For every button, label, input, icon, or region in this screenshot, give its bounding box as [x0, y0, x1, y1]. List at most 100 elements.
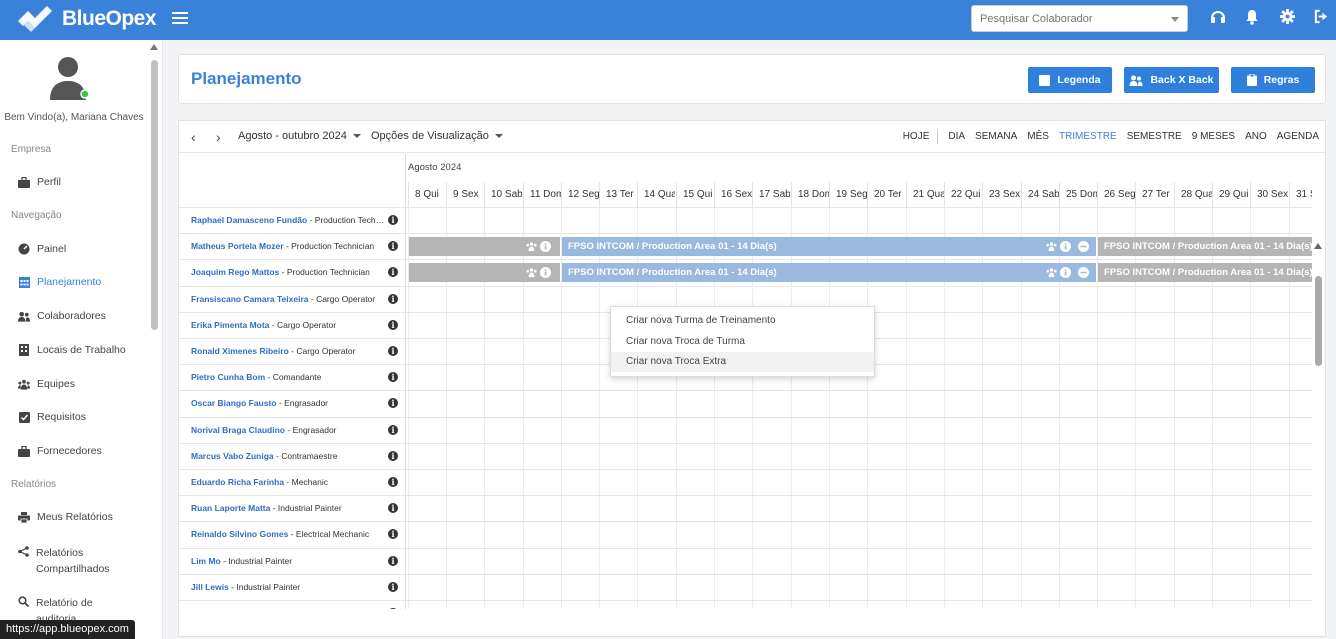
headset-icon[interactable] — [1210, 9, 1226, 25]
team-icon[interactable] — [526, 241, 537, 252]
sidebar-item-painel[interactable]: Painel — [18, 243, 66, 255]
view-semestre[interactable]: SEMESTRE — [1127, 131, 1182, 144]
table-row[interactable]: Raphael Damasceno Fundão - Production Te… — [179, 207, 1312, 233]
view-semana[interactable]: SEMANA — [975, 131, 1017, 144]
scrollbar-thumb[interactable] — [1315, 276, 1322, 366]
table-row[interactable]: Lim Mo - Industrial Painter i — [179, 547, 1312, 574]
employee-name[interactable]: Lim Mo — [191, 556, 221, 566]
sidebar-item-relatorios-compartilhados[interactable]: Relatórios Compartilhados — [18, 545, 118, 577]
info-icon[interactable]: i — [388, 555, 398, 566]
scroll-up-icon[interactable] — [1314, 243, 1322, 249]
info-icon[interactable]: i — [388, 477, 398, 487]
gear-icon[interactable] — [1280, 9, 1295, 24]
info-icon[interactable] — [1060, 241, 1072, 253]
employee-cell[interactable]: Oscar Biango Fausto - Engrasador — [191, 398, 387, 408]
info-icon[interactable]: i — [388, 241, 398, 252]
menu-item-nova-troca-turma[interactable]: Criar nova Troca de Turma — [611, 332, 874, 352]
employee-name[interactable]: Oscar Biango Fausto — [191, 398, 277, 408]
next-arrow-icon[interactable]: › — [216, 129, 221, 145]
info-icon[interactable] — [1060, 267, 1072, 279]
employee-cell[interactable]: Lim Mo - Industrial Painter — [191, 556, 387, 566]
info-icon[interactable]: i — [388, 346, 398, 356]
view-9-meses[interactable]: 9 MESES — [1192, 131, 1235, 144]
info-icon[interactable]: i — [388, 267, 398, 278]
table-row[interactable]: Jill Lewis - Industrial Painter i — [179, 573, 1312, 600]
info-icon[interactable]: i — [388, 529, 398, 540]
employee-cell[interactable]: Reinaldo Silvino Gomes - Electrical Mech… — [191, 529, 387, 539]
scrollbar-thumb[interactable] — [151, 60, 158, 330]
employee-cell[interactable]: Matheus Portela Mozer - Production Techn… — [191, 241, 387, 251]
schedule-bar[interactable] — [409, 237, 561, 257]
view-options-dropdown[interactable]: Opções de Visualização — [371, 130, 503, 142]
minus-circle-icon[interactable] — [1078, 267, 1090, 279]
app-logo[interactable]: BlueOpex — [16, 6, 157, 32]
hamburger-menu-icon[interactable] — [172, 9, 188, 29]
employee-name[interactable]: Reinaldo Silvino Gomes — [191, 529, 288, 539]
sidebar-item-meus-relatorios[interactable]: Meus Relatórios — [18, 511, 113, 523]
employee-cell[interactable]: Fabiano Tavares de Lima - Marinheiro de … — [191, 608, 387, 609]
menu-item-nova-turma-treinamento[interactable]: Criar nova Turma de Treinamento — [611, 311, 874, 331]
info-icon[interactable]: i — [388, 581, 398, 592]
team-icon[interactable] — [1046, 241, 1057, 252]
employee-name[interactable]: Fabiano Tavares de Lima — [191, 608, 292, 609]
employee-cell[interactable]: Erika Pimenta Mota - Cargo Operator — [191, 320, 387, 330]
date-range-dropdown[interactable]: Agosto - outubro 2024 — [238, 130, 361, 142]
view-dia[interactable]: DIA — [948, 131, 965, 144]
view-ano[interactable]: ANO — [1245, 131, 1267, 144]
legenda-button[interactable]: Legenda — [1028, 67, 1112, 93]
employee-name[interactable]: Fransiscano Camara Teixeira — [191, 294, 309, 304]
regras-button[interactable]: Regras — [1231, 67, 1315, 93]
employee-name[interactable]: Ruan Laporte Matta — [191, 503, 270, 513]
info-icon[interactable]: i — [388, 293, 398, 304]
bell-icon[interactable] — [1245, 9, 1259, 25]
team-icon[interactable] — [1046, 267, 1057, 278]
employee-cell[interactable]: Jill Lewis - Industrial Painter — [191, 582, 387, 592]
table-row[interactable]: Eduardo Richa Farinha - Mechanic i — [179, 469, 1312, 495]
employee-name[interactable]: Norival Braga Claudino — [191, 425, 285, 435]
sidebar-item-locais[interactable]: Locais de Trabalho — [18, 344, 126, 356]
employee-name[interactable]: Marcus Vabo Zuniga — [191, 451, 274, 461]
back-x-back-button[interactable]: Back X Back — [1124, 67, 1219, 93]
employee-name[interactable]: Eduardo Richa Farinha — [191, 477, 284, 487]
employee-name[interactable]: Raphael Damasceno Fundão — [191, 215, 307, 225]
schedule-bar[interactable] — [409, 263, 561, 283]
schedule-bar[interactable]: FPSO INTCOM / Production Area 01 - 14 Di… — [1098, 237, 1312, 257]
employee-name[interactable]: Matheus Portela Mozer — [191, 241, 284, 251]
employee-cell[interactable]: Eduardo Richa Farinha - Mechanic — [191, 477, 387, 487]
employee-cell[interactable]: Raphael Damasceno Fundão - Production Te… — [191, 215, 387, 225]
logout-icon[interactable] — [1314, 9, 1329, 24]
employee-name[interactable]: Jill Lewis — [191, 582, 229, 592]
minus-circle-icon[interactable] — [1078, 241, 1090, 253]
info-icon[interactable]: i — [388, 215, 398, 225]
info-icon[interactable]: i — [388, 450, 398, 461]
sidebar-item-planejamento[interactable]: Planejamento — [18, 276, 101, 288]
view-agenda[interactable]: AGENDA — [1277, 131, 1319, 144]
sidebar-item-requisitos[interactable]: Requisitos — [18, 411, 86, 423]
employee-cell[interactable]: Norival Braga Claudino - Engrasador — [191, 425, 387, 435]
table-row[interactable]: Reinaldo Silvino Gomes - Electrical Mech… — [179, 521, 1312, 547]
info-icon[interactable]: i — [388, 503, 398, 514]
menu-item-nova-troca-extra[interactable]: Criar nova Troca Extra — [611, 352, 874, 372]
prev-arrow-icon[interactable]: ‹ — [191, 129, 196, 145]
sidebar-item-equipes[interactable]: Equipes — [18, 378, 75, 390]
sidebar-item-fornecedores[interactable]: Fornecedores — [18, 445, 102, 457]
info-icon[interactable] — [540, 267, 552, 279]
sidebar-item-colaboradores[interactable]: Colaboradores — [18, 310, 106, 322]
info-icon[interactable]: i — [388, 398, 398, 409]
sidebar-item-perfil[interactable]: Perfil — [18, 176, 61, 188]
info-icon[interactable]: i — [388, 424, 398, 435]
grid-vertical-scrollbar[interactable] — [1312, 243, 1325, 636]
employee-name[interactable]: Erika Pimenta Mota — [191, 320, 269, 330]
collaborator-search[interactable] — [971, 5, 1188, 32]
employee-cell[interactable]: Fransiscano Camara Teixeira - Cargo Oper… — [191, 294, 387, 304]
schedule-bar[interactable]: FPSO INTCOM / Production Area 01 - 14 Di… — [1098, 263, 1312, 283]
table-row[interactable]: Ruan Laporte Matta - Industrial Painter i — [179, 495, 1312, 521]
info-icon[interactable]: i — [388, 608, 398, 609]
employee-cell[interactable]: Joaquim Rego Mattos - Production Technic… — [191, 267, 387, 277]
schedule-bar[interactable]: FPSO INTCOM / Production Area 01 - 14 Di… — [562, 237, 1097, 257]
table-row[interactable]: Norival Braga Claudino - Engrasador i — [179, 416, 1312, 443]
view-mes[interactable]: MÊS — [1027, 131, 1049, 144]
avatar[interactable] — [48, 56, 90, 102]
info-icon[interactable] — [540, 241, 552, 253]
search-input[interactable] — [972, 6, 1162, 31]
